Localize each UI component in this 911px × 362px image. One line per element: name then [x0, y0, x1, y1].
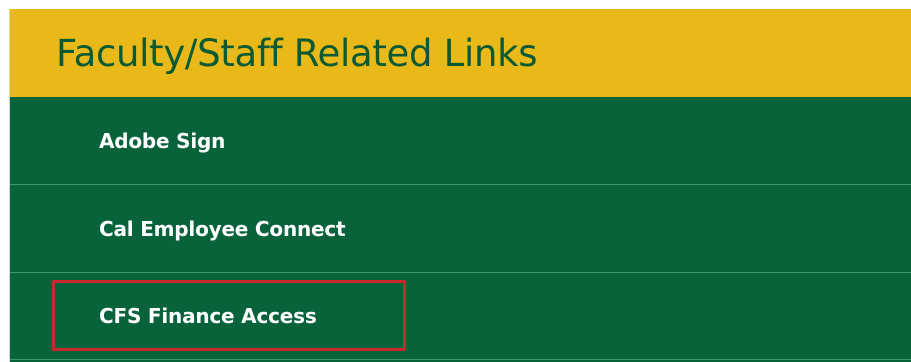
list-item-cfs-finance-access: CFS Finance Access [10, 273, 911, 360]
list-item-adobe-sign: Adobe Sign [10, 97, 911, 185]
related-links-panel: Faculty/Staff Related Links Adobe Sign C… [9, 9, 911, 362]
list-item-cal-employee-connect: Cal Employee Connect [10, 185, 911, 273]
cfs-finance-access-link[interactable]: CFS Finance Access [99, 304, 317, 328]
link-list: Adobe Sign Cal Employee Connect CFS Fina… [10, 97, 911, 360]
panel-title: Faculty/Staff Related Links [56, 31, 538, 75]
panel-header: Faculty/Staff Related Links [10, 9, 911, 97]
cal-employee-connect-link[interactable]: Cal Employee Connect [99, 217, 346, 241]
adobe-sign-link[interactable]: Adobe Sign [99, 129, 225, 153]
